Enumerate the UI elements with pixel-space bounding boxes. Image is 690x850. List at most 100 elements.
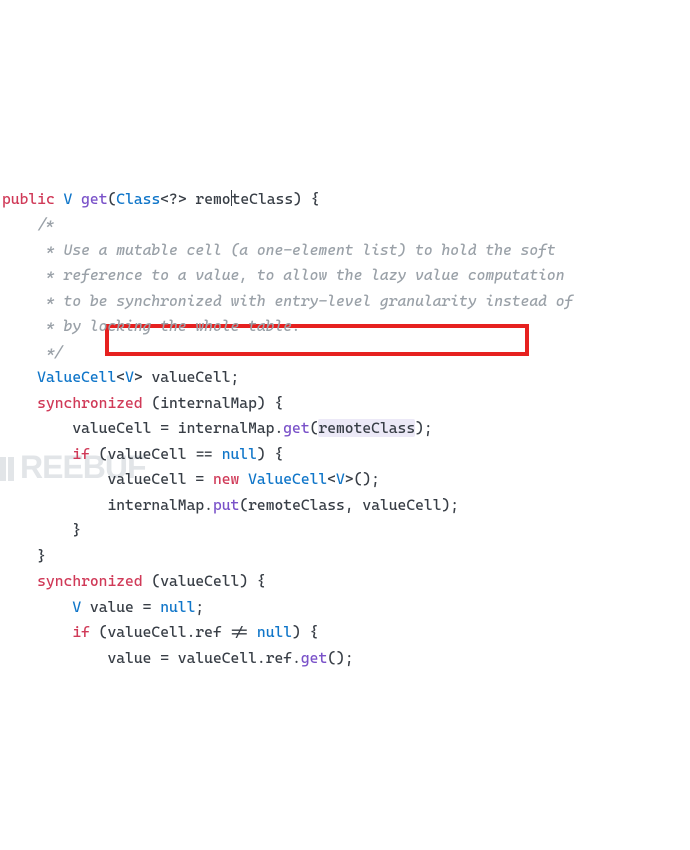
brace-open5: { [301, 623, 319, 641]
code-line-16: V value = null; [2, 598, 204, 616]
keyword-new: new [204, 470, 239, 488]
type-valuecell2: ValueCell [239, 470, 327, 488]
type-valuecell: ValueCell [37, 368, 116, 386]
semicolon5: ; [195, 598, 204, 616]
var-valuecell4: valueCell [169, 649, 257, 667]
code-line-10: if (valueCell == null) { [2, 445, 283, 463]
comment-line-2: * Use a mutable cell (a one-element list… [2, 241, 556, 259]
angle-close: > [134, 368, 143, 386]
paren-open2: ( [143, 394, 161, 412]
code-line-13: } [2, 521, 81, 539]
dot4: . [257, 649, 266, 667]
brace-open2: { [266, 394, 284, 412]
brace-close: } [72, 521, 81, 539]
lhs-value: value [107, 649, 160, 667]
paren-close6: ) [239, 572, 248, 590]
paren-open5: ( [239, 496, 248, 514]
null3: null [257, 623, 292, 641]
code-line-12: internalMap.put(remoteClass, valueCell); [2, 496, 459, 514]
null2: null [151, 598, 195, 616]
call-parens: () [354, 470, 372, 488]
comment-line-6: */ [2, 343, 64, 361]
var-valuecell: valueCell [143, 368, 231, 386]
arg-remoteclass: remoteClass [318, 419, 415, 437]
paren-close7: ) [292, 623, 301, 641]
paren-open: ( [108, 190, 117, 208]
field-ref: ref [195, 623, 221, 641]
code-line-15: synchronized (valueCell) { [2, 572, 266, 590]
brace-open4: { [248, 572, 266, 590]
paren-close5: ) [442, 496, 451, 514]
arg-valuecell: valueCell [354, 496, 442, 514]
var-internalmap: internalMap [160, 394, 257, 412]
keyword-synchronized: synchronized [37, 394, 142, 412]
brace-open3: { [266, 445, 284, 463]
comment-line-4: * to be synchronized with entry-level gr… [2, 292, 573, 310]
code-line-18: value = valueCell.ref.get(); [2, 649, 354, 667]
paren-close4: ) [257, 445, 266, 463]
angle-open: < [116, 368, 125, 386]
brace-open: { [302, 190, 320, 208]
paren-open4: ( [90, 445, 108, 463]
comment-line-3: * reference to a value, to allow the laz… [2, 266, 565, 284]
paren-close2: ) [257, 394, 266, 412]
arg-remoteclass2: remoteClass [248, 496, 345, 514]
semicolon2: ; [424, 419, 433, 437]
paren-open7: ( [90, 623, 108, 641]
paren-close3: ) [415, 419, 424, 437]
keyword-synchronized2: synchronized [37, 572, 142, 590]
comma: , [345, 496, 354, 514]
code-line-7: ValueCell<V> valueCell; [2, 368, 239, 386]
field-ref2: ref [266, 649, 292, 667]
dot3: . [187, 623, 196, 641]
comment-line-1: /* [2, 215, 55, 233]
comment-line-5: * by locking the whole table. [2, 317, 301, 335]
code-line-17: if (valueCell.ref != null) { [2, 623, 318, 641]
arg-valuecell2: valueCell [160, 572, 239, 590]
type-v4: V [72, 598, 81, 616]
code-line-9: valueCell = internalMap.get(remoteClass)… [2, 419, 433, 437]
keyword-public: public [2, 190, 55, 208]
var-valuecell3: valueCell [107, 623, 186, 641]
angle-close2: > [345, 470, 354, 488]
call-parens2: () [327, 649, 345, 667]
dot5: . [292, 649, 301, 667]
method-get: get [81, 190, 107, 208]
var-internalmap2: internalMap [169, 419, 274, 437]
param-remoteclass-b: teClass [232, 190, 294, 208]
paren-open6: ( [143, 572, 161, 590]
equals-equals: == [195, 445, 213, 463]
equals2: = [195, 470, 204, 488]
keyword-if: if [72, 445, 90, 463]
dot: . [274, 419, 283, 437]
type-v: V [64, 190, 73, 208]
var-internalmap3: internalMap [107, 496, 204, 514]
method-put: put [213, 496, 239, 514]
code-line-11: valueCell = new ValueCell<V>(); [2, 470, 380, 488]
code-block: public V get(Class<?> remoteClass) { /* … [2, 161, 688, 671]
semicolon6: ; [345, 649, 354, 667]
type-v3: V [336, 470, 345, 488]
code-line-14: } [2, 547, 46, 565]
keyword-if2: if [72, 623, 90, 641]
method-get3: get [301, 649, 327, 667]
semicolon3: ; [371, 470, 380, 488]
lhs-valuecell: valueCell [72, 419, 160, 437]
equals: = [160, 419, 169, 437]
wildcard: <?> [160, 190, 186, 208]
type-v2: V [125, 368, 134, 386]
dot2: . [204, 496, 213, 514]
lhs-valuecell2: valueCell [107, 470, 195, 488]
paren-close: ) [293, 190, 302, 208]
semicolon: ; [231, 368, 240, 386]
equals3: = [143, 598, 152, 616]
type-class: Class [116, 190, 160, 208]
equals4: = [160, 649, 169, 667]
null: null [213, 445, 257, 463]
semicolon4: ; [450, 496, 459, 514]
code-line-1: public V get(Class<?> remoteClass) { [2, 190, 319, 208]
code-line-8: synchronized (internalMap) { [2, 394, 283, 412]
not-equals: != [222, 623, 257, 641]
cond-valuecell: valueCell [107, 445, 195, 463]
method-get2: get [283, 419, 309, 437]
